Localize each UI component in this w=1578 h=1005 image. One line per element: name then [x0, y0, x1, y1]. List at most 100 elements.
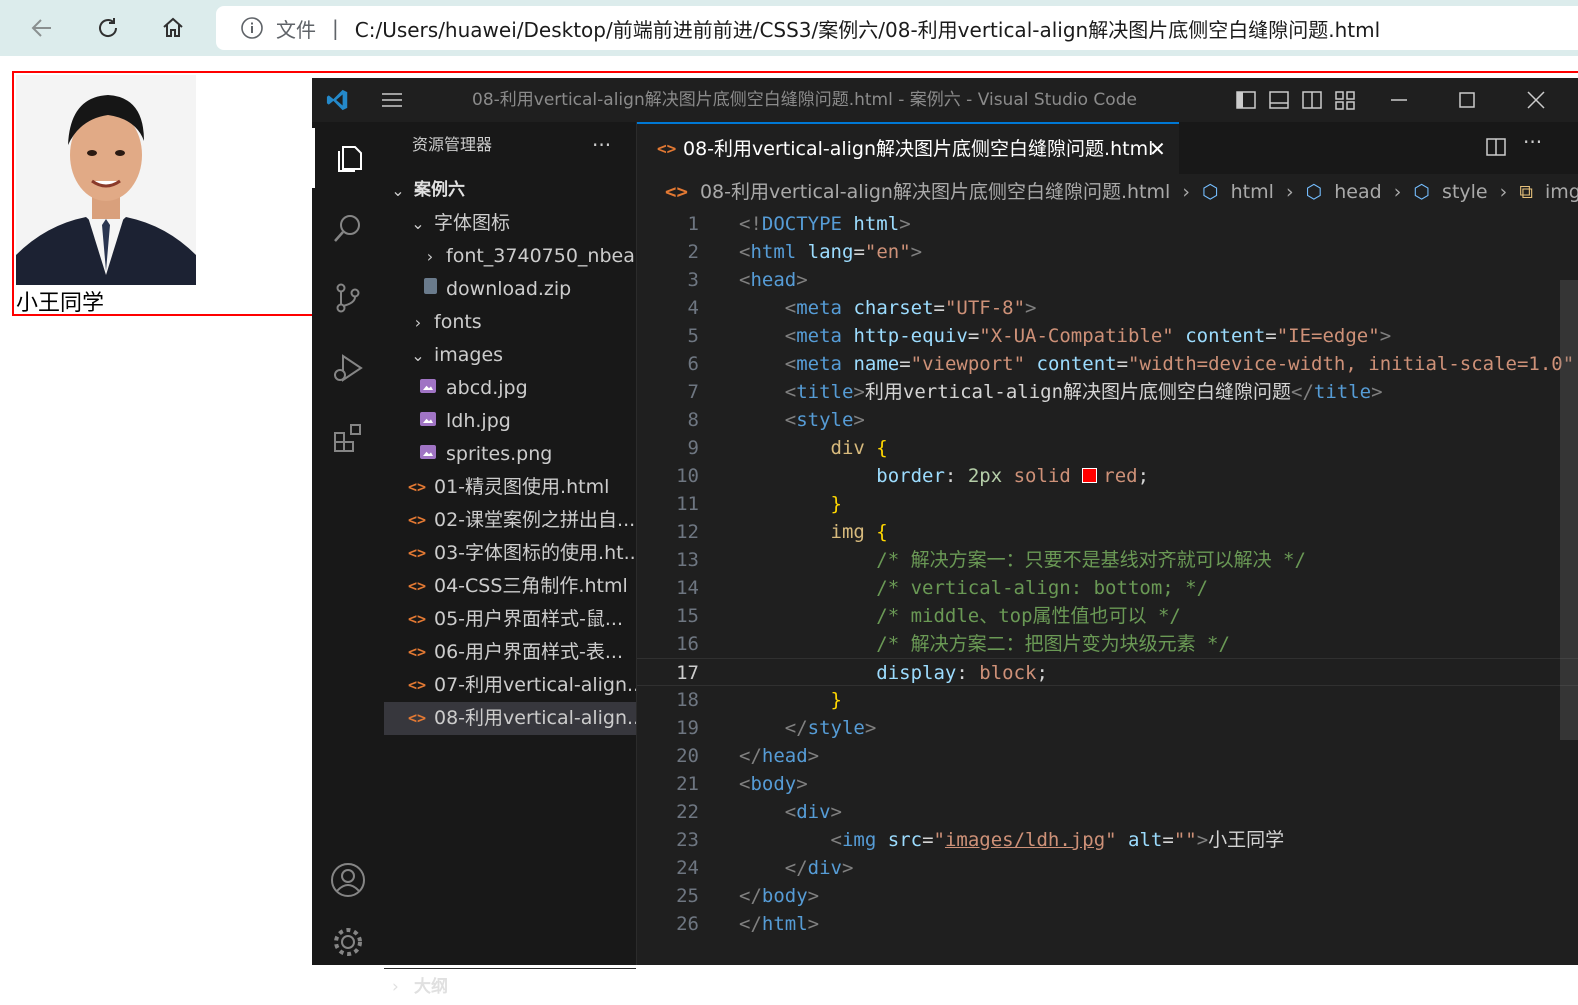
refresh-icon [99, 18, 118, 37]
tree-folder-font-package[interactable]: › font_3740750_nbea... [384, 240, 636, 273]
editor-scrollbar[interactable] [1560, 280, 1578, 740]
editor-tab-active[interactable]: <> 08-利用vertical-align解决图片底侧空白缝隙问题.html … [637, 122, 1179, 174]
code-line: 13 /* 解决方案一：只要不是基线对齐就可以解决 */ [676, 549, 1306, 571]
image-file-icon [420, 405, 436, 438]
split-editor-icon[interactable] [1485, 136, 1507, 162]
code-line: 15 /* middle、top属性值也可以 */ [676, 605, 1181, 627]
code-line: 21 <body> [676, 773, 808, 795]
outline-section-header[interactable]: › 大纲 [384, 968, 636, 1005]
image-file-icon [420, 438, 436, 471]
tree-file-html-06[interactable]: <> 06-用户界面样式-表... [384, 636, 636, 669]
color-swatch[interactable] [1082, 468, 1098, 483]
maximize-icon[interactable] [1455, 88, 1479, 112]
code-line: 18 } [676, 689, 842, 711]
code-line: 6 <meta name="viewport" content="width=d… [687, 353, 1575, 375]
chevron-right-icon: › [414, 313, 422, 332]
activity-bar [312, 122, 384, 965]
account-icon[interactable] [312, 850, 384, 910]
html-file-icon: <> [408, 478, 427, 496]
tree-file-html-03[interactable]: <> 03-字体图标的使用.ht... [384, 537, 636, 570]
code-line: 1 <!DOCTYPE html> [687, 213, 911, 235]
chevron-right-icon: › [1182, 181, 1190, 203]
customize-layout-icon[interactable] [1333, 88, 1357, 112]
demo-caption-text: 小王同学 [16, 291, 105, 316]
code-line: 3 <head> [687, 269, 808, 291]
html-file-icon: <> [408, 676, 427, 694]
html-file-icon: <> [408, 610, 427, 628]
url-text[interactable]: C:/Users/huawei/Desktop/前端前进前前进/CSS3/案例六… [355, 14, 1380, 43]
code-line: 16 /* 解决方案二：把图片变为块级元素 */ [676, 633, 1230, 655]
breadcrumb-file[interactable]: 08-利用vertical-align解决图片底侧空白缝隙问题.html [700, 181, 1170, 203]
address-bar[interactable]: 文件 | C:/Users/huawei/Desktop/前端前进前前进/CSS… [216, 6, 1578, 50]
image-file-icon [420, 372, 436, 405]
html-file-icon: <> [408, 511, 427, 529]
toggle-secondary-sidebar-icon[interactable] [1300, 88, 1324, 112]
tree-file-html-05[interactable]: <> 05-用户界面样式-鼠... [384, 603, 636, 636]
chevron-down-icon: ⌄ [391, 181, 405, 200]
code-editor[interactable]: 1 <!DOCTYPE html> 2 <html lang="en"> 3 <hea… [637, 210, 1578, 965]
explorer-sidebar: 资源管理器 ··· ⌄ 案例六 ⌄ 字体图标 › font_3740750_nb… [384, 122, 637, 997]
breadcrumb-head[interactable]: head [1334, 181, 1381, 203]
code-line: 5 <meta http-equiv="X-UA-Compatible" con… [687, 325, 1392, 347]
extensions-icon[interactable] [312, 408, 384, 468]
file-scheme-label: 文件 [276, 17, 316, 42]
code-line: 25 </body> [676, 885, 820, 907]
home-button[interactable] [153, 8, 193, 48]
chevron-right-icon: › [1499, 181, 1508, 203]
tree-folder-fonts[interactable]: › fonts [384, 306, 636, 339]
more-actions-button[interactable]: ··· [592, 122, 611, 168]
portrait-photo [16, 75, 196, 285]
run-debug-icon[interactable] [312, 338, 384, 398]
menu-icon[interactable] [380, 88, 404, 112]
close-tab-icon[interactable]: ✕ [1149, 124, 1166, 174]
toggle-panel-icon[interactable] [1267, 88, 1291, 112]
code-line: 7 <title>利用vertical-align解决图片底侧空白缝隙问题</t… [687, 381, 1383, 403]
code-line: 14 /* vertical-align: bottom; */ [676, 577, 1209, 599]
code-line: 24 </div> [676, 857, 854, 879]
chevron-down-icon: ⌄ [411, 214, 425, 233]
tree-file-sprites-png[interactable]: sprites.png [384, 438, 636, 471]
cube-icon: ⬡ [1202, 181, 1219, 203]
html-file-icon: <> [408, 643, 427, 661]
code-line: 26 </html> [676, 913, 820, 935]
tree-file-html-07[interactable]: <> 07-利用vertical-align... [384, 669, 636, 702]
refresh-button[interactable] [88, 8, 128, 48]
code-line: 9 div { [687, 437, 888, 459]
tree-file-download-zip[interactable]: download.zip [384, 273, 636, 306]
chevron-right-icon: › [426, 247, 434, 266]
tree-file-html-01[interactable]: <> 01-精灵图使用.html [384, 471, 636, 504]
chevron-right-icon: › [1393, 181, 1402, 203]
close-window-icon[interactable] [1524, 88, 1548, 112]
toggle-primary-sidebar-icon[interactable] [1234, 88, 1258, 112]
home-icon [163, 17, 183, 37]
search-icon[interactable] [312, 198, 384, 258]
breadcrumb-img[interactable]: img [1545, 181, 1578, 203]
source-control-icon[interactable] [312, 268, 384, 328]
vscode-window: 08-利用vertical-align解决图片底侧空白缝隙问题.html - 案… [312, 78, 1578, 997]
back-button[interactable] [22, 8, 62, 48]
minimize-icon[interactable] [1387, 88, 1411, 112]
tab-label: 08-利用vertical-align解决图片底侧空白缝隙问题.html [683, 138, 1154, 160]
settings-gear-icon[interactable] [312, 912, 384, 972]
tree-file-ldh-jpg[interactable]: ldh.jpg [384, 405, 636, 438]
explorer-icon[interactable] [312, 128, 384, 188]
breadcrumb-html[interactable]: html [1231, 181, 1274, 203]
tree-file-html-04[interactable]: <> 04-CSS三角制作.html [384, 570, 636, 603]
explorer-title: 资源管理器 [412, 135, 493, 154]
code-line: 8 <style> [687, 409, 865, 431]
code-line: 2 <html lang="en"> [687, 241, 923, 263]
cube-icon: ⬡ [1305, 181, 1323, 203]
info-icon[interactable] [240, 16, 264, 40]
code-line-current: 17 display: block; [637, 658, 1578, 686]
tree-file-html-02[interactable]: <> 02-课堂案例之拼出自... [384, 504, 636, 537]
editor-more-actions-icon[interactable]: ··· [1523, 130, 1542, 154]
tree-file-html-08-active[interactable]: <> 08-利用vertical-align... [384, 702, 636, 735]
tree-folder-font-icons[interactable]: ⌄ 字体图标 [384, 207, 636, 240]
breadcrumb-style[interactable]: style [1442, 181, 1488, 203]
tree-file-abcd-jpg[interactable]: abcd.jpg [384, 372, 636, 405]
tree-folder-root[interactable]: ⌄ 案例六 [384, 174, 636, 207]
code-line: 22 <div> [676, 801, 842, 823]
tree-folder-images[interactable]: ⌄ images [384, 339, 636, 372]
code-line: 11 } [676, 493, 842, 515]
zip-file-icon [424, 273, 437, 306]
